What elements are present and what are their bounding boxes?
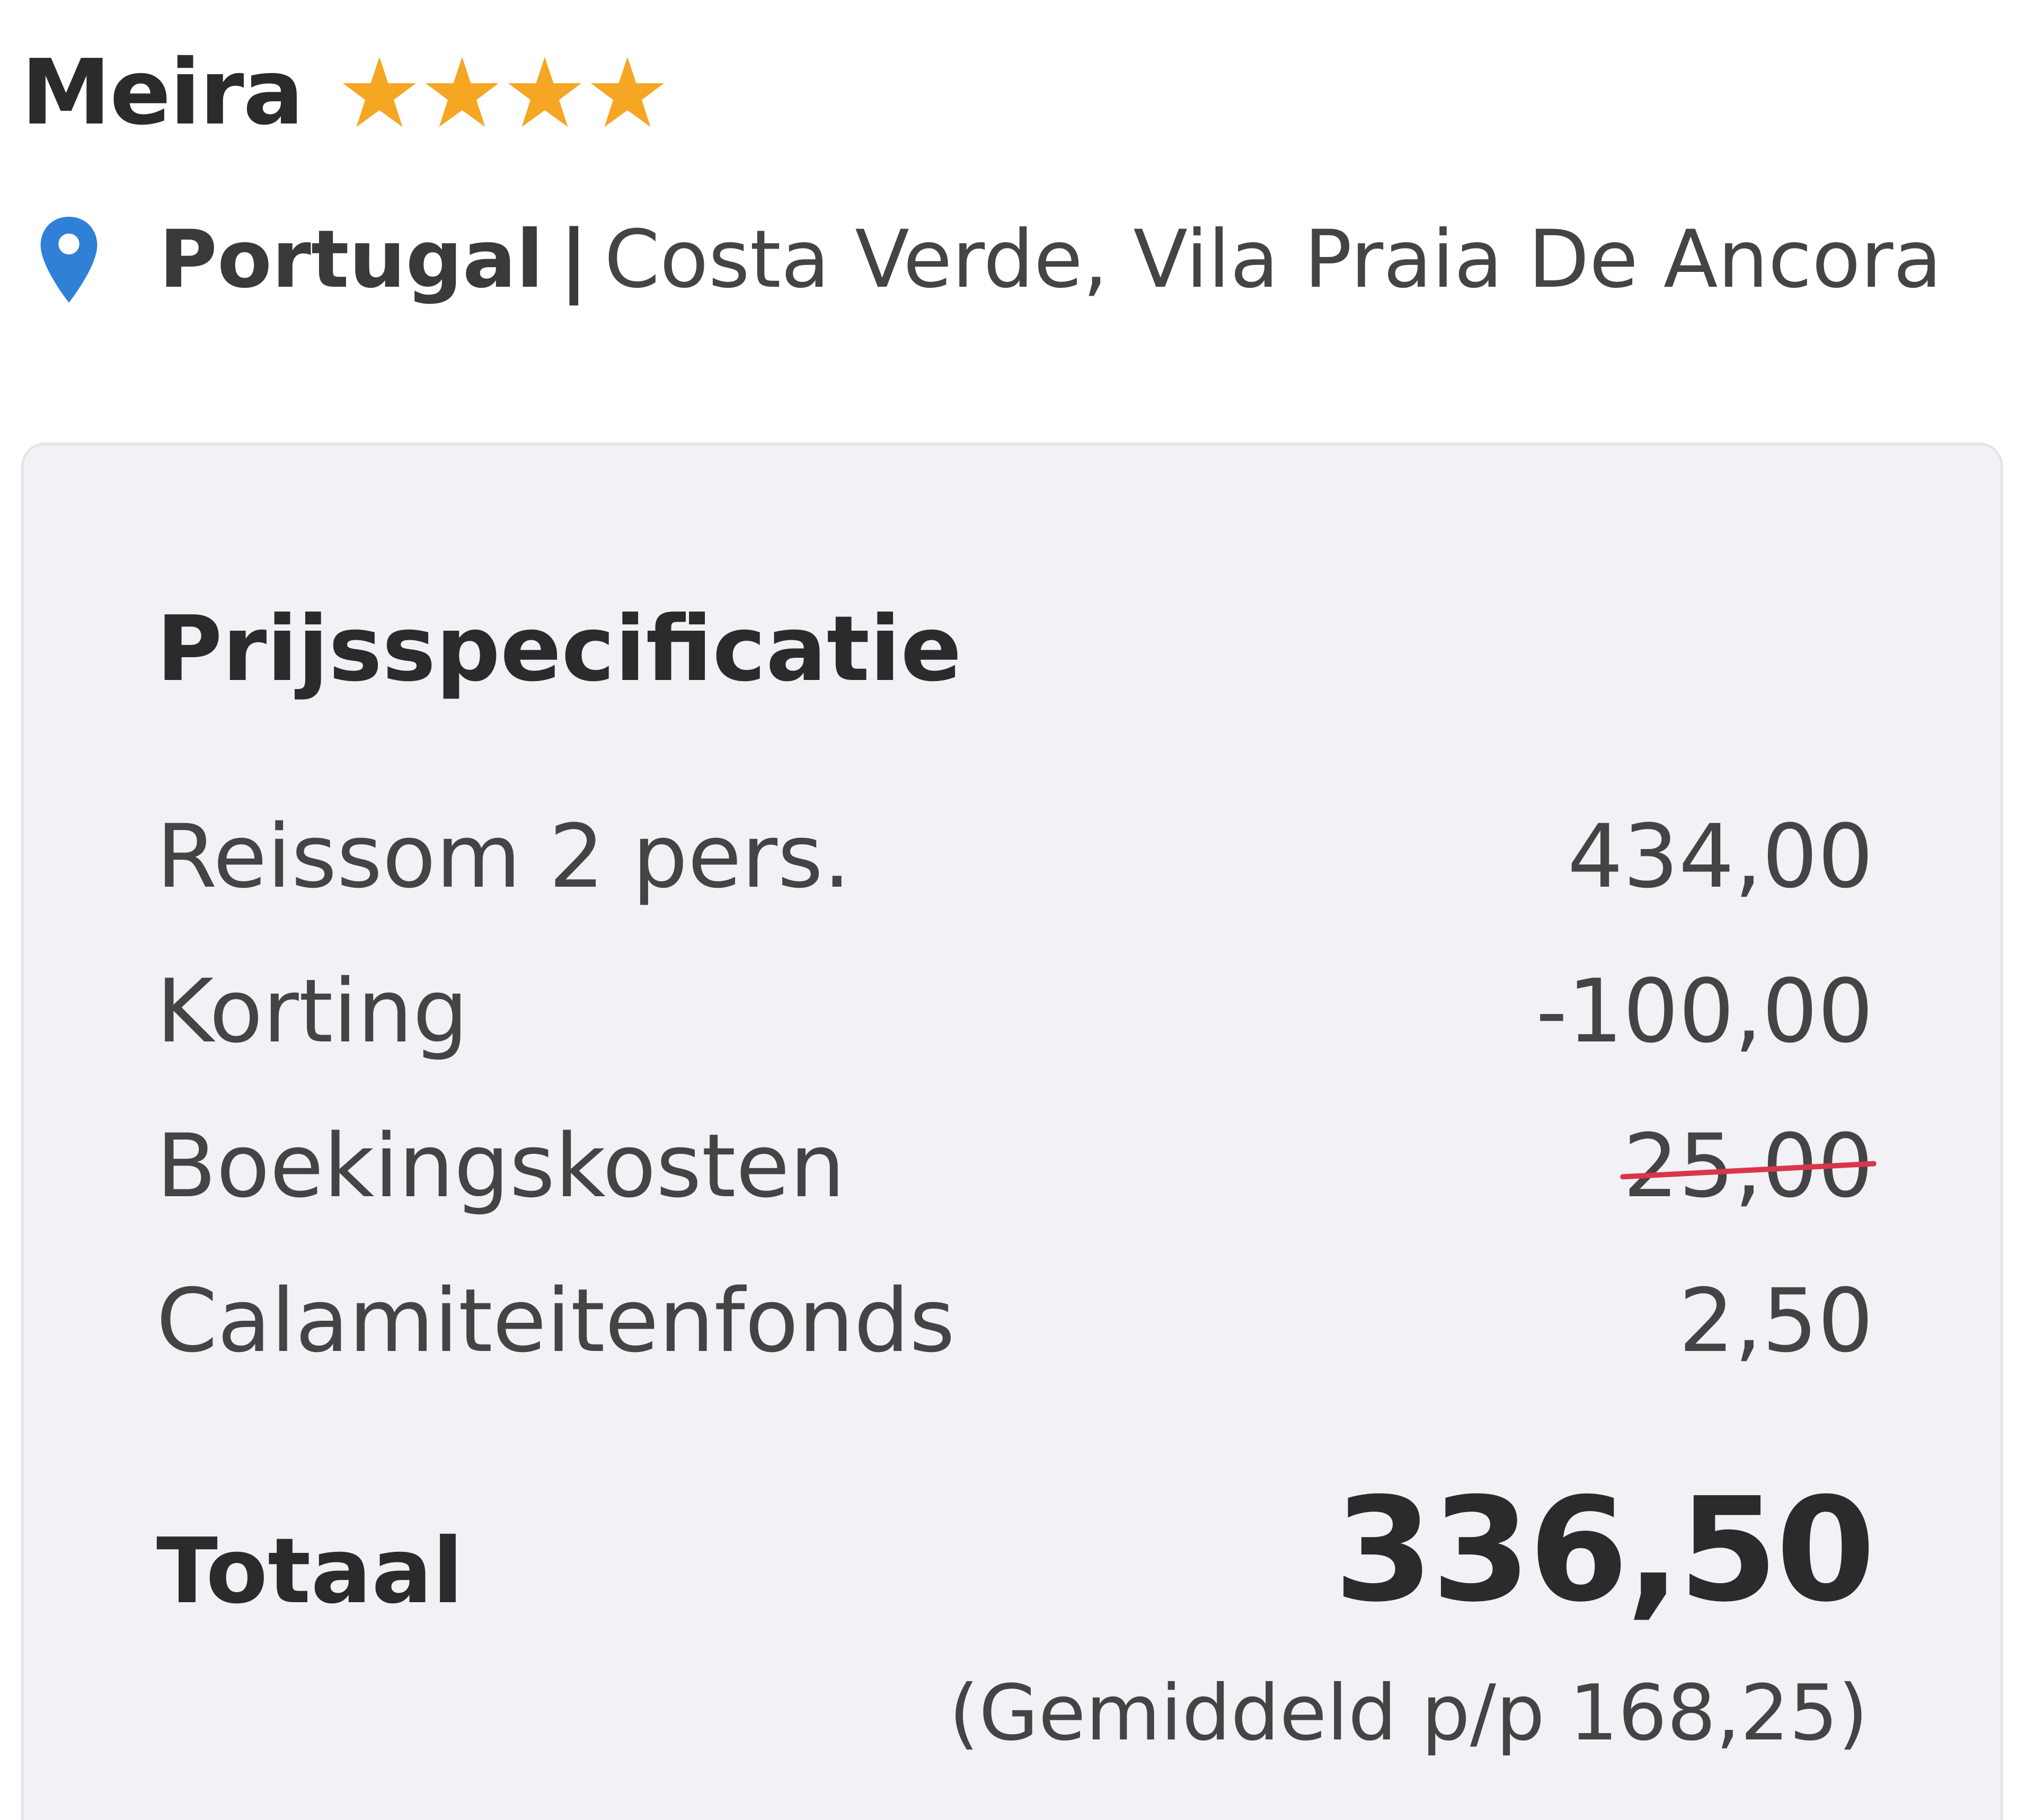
price-row-reissom: Reissom 2 pers. 434,00	[156, 779, 1873, 934]
price-row-value: 434,00	[1567, 805, 1873, 907]
price-row-value: -100,00	[1536, 960, 1873, 1062]
price-row-korting: Korting -100,00	[156, 934, 1873, 1089]
star-rating	[340, 53, 667, 132]
total-label: Totaal	[156, 1519, 464, 1624]
average-per-person: (Gemiddeld p/p 168,25)	[949, 1668, 1868, 1758]
location-region: Costa Verde, Vila Praia De Ancora	[604, 214, 1942, 306]
price-rows: Reissom 2 pers. 434,00 Korting -100,00 B…	[156, 779, 1873, 1398]
star-icon	[508, 57, 582, 127]
price-row-label: Calamiteitenfonds	[156, 1269, 955, 1372]
map-pin-icon	[40, 216, 98, 303]
location-separator: |	[559, 214, 589, 306]
price-row-label: Korting	[156, 960, 468, 1062]
hotel-header: Meira Portugal | Costa Verde, Vila Praia D…	[21, 21, 1982, 318]
price-row-value-struck: 25,00	[1623, 1115, 1873, 1217]
price-row-boekingskosten: Boekingskosten 25,00	[156, 1089, 1873, 1243]
price-row-value: 2,50	[1678, 1269, 1873, 1372]
price-row-label: Boekingskosten	[156, 1115, 845, 1217]
price-row-label: Reissom 2 pers.	[156, 805, 851, 907]
total-value: 336,50	[1334, 1466, 1875, 1633]
price-spec-title: Prijsspecificatie	[156, 597, 962, 702]
total-row: Totaal 336,50	[156, 1466, 1875, 1633]
price-row-calamiteitenfonds: Calamiteitenfonds 2,50	[156, 1243, 1873, 1398]
star-icon	[426, 57, 499, 127]
star-icon	[343, 57, 417, 127]
location-row: Portugal | Costa Verde, Vila Praia De Anco…	[21, 201, 1982, 318]
title-row: Meira	[21, 21, 1982, 164]
star-icon	[591, 57, 665, 127]
location-country: Portugal	[159, 214, 544, 306]
price-specification-card: Prijsspecificatie Reissom 2 pers. 434,00…	[21, 443, 2003, 1820]
hotel-name: Meira	[21, 40, 304, 145]
location-text: Portugal | Costa Verde, Vila Praia De Anco…	[159, 220, 1942, 299]
